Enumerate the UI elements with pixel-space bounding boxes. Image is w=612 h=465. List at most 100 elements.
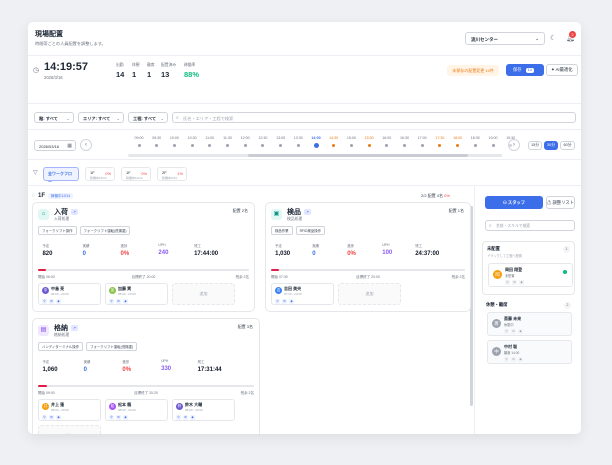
wrench-icon[interactable]: ⚙ [511,357,516,362]
worker-card[interactable]: 加加藤 実 08:00 - 20:00 ⚲ ⚙ ◆ [105,283,168,305]
tab-staff[interactable]: ⚇ スタッフ [485,196,543,209]
save-button[interactable]: 保存 14 [506,64,544,76]
bell-icon[interactable]: 🔔︎ 2 [566,31,576,42]
timeline-tick[interactable]: 12:00 [236,136,254,147]
area-filter[interactable]: エリア: すべて ⌄ [78,112,124,123]
timeline-tick[interactable]: 16:00 [378,136,396,147]
process-name-text: 検品 [287,209,301,216]
wrench-icon[interactable]: ⚙ [49,415,54,420]
add-worker-button[interactable]: 追加 [338,283,401,305]
moon-icon[interactable]: ☾ [550,34,556,42]
timeline-tick[interactable]: 10:00 [165,136,183,147]
tab-request[interactable]: ⚠ 調整リスト [546,196,575,209]
wrench-icon[interactable]: ⚙ [183,415,188,420]
add-worker-button[interactable]: 追加 [38,425,101,434]
metric: 進捗 0% [122,359,131,373]
timeline-tick[interactable]: 15:30 [360,136,378,147]
metric: 残工 24:37:00 [415,243,439,257]
timeline-tick[interactable]: 13:30 [289,136,307,147]
prev-button[interactable]: ‹ [80,139,92,151]
worker-card[interactable]: 中中島 亮 08:00 - 20:00 ⚲ ⚙ ◆ [38,283,101,305]
tag-icon[interactable]: ◆ [123,299,128,304]
timeline-tick[interactable]: 14:00 [307,136,325,148]
tag-icon[interactable]: ◆ [123,415,128,420]
tick-dot [438,144,442,147]
pin-icon[interactable]: ⚲ [504,329,509,334]
timeline-tick[interactable]: 10:30 [183,136,201,147]
staff-search-input[interactable]: ⌕ 名前・スキルで検索 [485,220,575,231]
timeline-tick[interactable]: 14:30 [325,136,343,147]
timeline-tick[interactable]: 18:00 [449,136,467,147]
ai-optimize-button[interactable]: ✦ AI最適化 [546,64,578,76]
pin-icon[interactable]: ⚲ [504,357,509,362]
wrench-icon[interactable]: ⚙ [49,299,54,304]
workflow-all-chip[interactable]: 全ワークフロー [43,167,79,184]
timeline-tick[interactable]: 17:30 [431,136,449,147]
pin-icon[interactable]: ⚲ [109,415,114,420]
timeline-tick[interactable]: 13:00 [272,136,290,147]
zoom-30[interactable]: 30分 [544,141,558,150]
worker-card[interactable]: 松松本 楓 08:00 - 20:00 ⚲ ⚙ ◆ [105,399,168,421]
timeline-tick[interactable]: 17:00 [413,136,431,147]
timeline-tick[interactable]: 19:00 [484,136,502,147]
tick-label: 18:30 [470,136,480,140]
worker-card[interactable]: 井井上 蓮 08:00 - 20:00 ⚲ ⚙ ◆ [38,399,101,421]
pin-icon[interactable]: ⚲ [275,299,280,304]
wrench-icon[interactable]: ⚙ [511,329,516,334]
floor-filter[interactable]: 階: すべて ⌄ [34,112,74,123]
tag-icon[interactable]: ◆ [289,299,294,304]
tag-icon[interactable]: ◆ [518,357,523,362]
process-card[interactable]: ▣ 検品 ↗ 検品処理 配置 1名 検品作業 RFID検品操作 予定 1,030 実績 0 進捗 0% U… [265,202,471,312]
avatar: 岡 [493,270,502,279]
schedule-row: 開始 07:30 目標終了 20:00 残余 2名 [271,275,465,280]
staff-card[interactable]: 斎斎藤 未来 休憩中 ⚲ ⚙ ◆ [487,312,572,336]
timeline-tick[interactable]: 18:30 [466,136,484,147]
pin-icon[interactable]: ⚲ [505,280,510,285]
tag-icon[interactable]: ◆ [190,415,195,420]
worker-card[interactable]: 吉吉田 美央 07:30 - 20:00 ⚲ ⚙ ◆ [271,283,334,305]
worker-card[interactable]: 鈴鈴木 大輔 08:00 - 20:00 ⚲ ⚙ ◆ [172,399,235,421]
pin-icon[interactable]: ⚲ [42,415,47,420]
wrench-icon[interactable]: ⚙ [116,415,121,420]
timeline-tick[interactable]: 11:30 [219,136,237,147]
timeline-scroll-thumb[interactable] [248,154,468,157]
zoom-60[interactable]: 60分 [560,141,575,150]
timeline-tick[interactable]: 09:30 [148,136,166,147]
process-assign: 配置 1名 [448,208,464,213]
staff-card[interactable]: 中中村 聡離席 14:00 ⚲ ⚙ ◆ [487,340,572,364]
timeline-tick[interactable]: 15:00 [342,136,360,147]
workflow-chip[interactable]: 2F 1% 稼働中3/14 [157,167,187,181]
tag-icon[interactable]: ◆ [518,329,523,334]
floor-header[interactable]: ◌ 1F 稼働中12/14 [32,193,74,199]
search-input[interactable]: ⌕ 氏名・エリア・工程で検索 [172,112,576,123]
center-select[interactable]: 流川センター ⌄ [465,32,545,45]
staff-status: 休憩中 [504,323,514,327]
unsaved-changes-badge[interactable]: 未保存の配置変更 14件 [447,65,499,76]
floor-pct: 0% [444,193,450,198]
timeline-tick[interactable]: 11:00 [201,136,219,147]
wrench-icon[interactable]: ⚙ [116,299,121,304]
date-picker[interactable]: 2026/03/16 ▦ [34,140,76,151]
workflow-chip[interactable]: 1F 0% 稼働中12/14 [121,167,151,181]
workflow-chip[interactable]: 1F 0% 稼働中12/14 [85,167,115,181]
pin-icon[interactable]: ⚲ [176,415,181,420]
process-filter[interactable]: 工程: すべて ⌄ [128,112,168,123]
timeline-tick[interactable]: 12:30 [254,136,272,147]
wrench-icon[interactable]: ⚙ [512,280,517,285]
pin-icon[interactable]: ⚲ [42,299,47,304]
next-button[interactable]: › [508,139,520,151]
tag-icon[interactable]: ◆ [56,415,61,420]
timeline-tick[interactable]: 16:30 [396,136,414,147]
status-dot [563,270,567,274]
wrench-icon[interactable]: ⚙ [282,299,287,304]
staff-card[interactable]: 岡岡田 翔登 未配置 ⚲ ⚙ ◆ [488,263,573,287]
tag-icon[interactable]: ◆ [56,299,61,304]
timeline-scrollbar[interactable] [128,154,502,157]
timeline-tick[interactable]: 09:00 [130,136,148,147]
tag-icon[interactable]: ◆ [519,280,524,285]
zoom-15[interactable]: 15分 [528,141,542,150]
add-worker-button[interactable]: 追加 [172,283,235,305]
process-card[interactable]: ⌂ 入荷 ↗ 入荷処理 配置 2名 フォークリフト操作 フォークリフト運転(低揚重) 予定 82… [32,202,255,312]
pin-icon[interactable]: ⚲ [109,299,114,304]
process-card[interactable]: ▤ 格納 ↗ 格納処理 配置 3名 ハンディターミナル操作 フォークリフト運転(低揚重) 予定… [32,318,260,434]
